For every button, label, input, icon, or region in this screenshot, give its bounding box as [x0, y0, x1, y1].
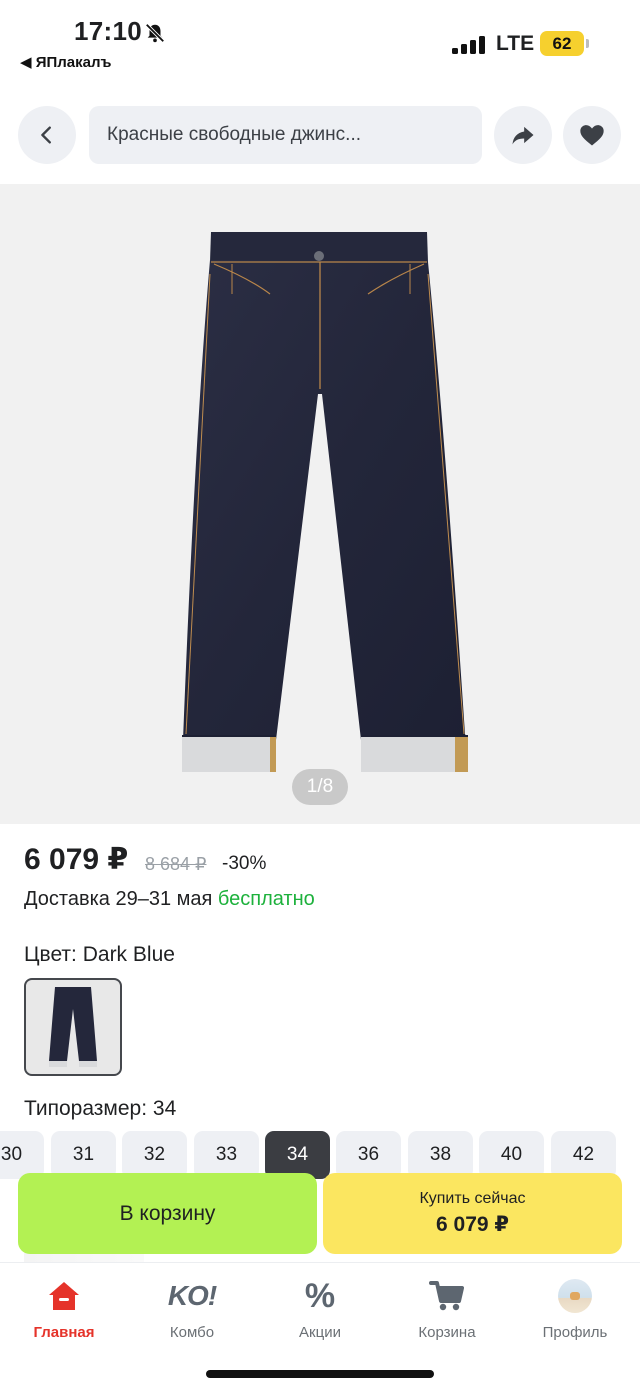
jeans-product-image — [182, 232, 468, 772]
size-chip[interactable]: 38 — [408, 1131, 473, 1179]
cart-icon — [429, 1281, 464, 1311]
current-price: 6 079 ₽ — [24, 843, 129, 876]
signal-icon — [452, 36, 486, 54]
size-chip[interactable]: 40 — [479, 1131, 544, 1179]
tab-combo[interactable]: KO! Комбо — [137, 1277, 247, 1341]
home-icon — [49, 1282, 79, 1310]
add-to-cart-button[interactable]: В корзину — [18, 1173, 317, 1254]
delivery-dates: Доставка 29–31 мая — [24, 888, 213, 910]
size-chip[interactable]: 36 — [336, 1131, 401, 1179]
product-image-gallery[interactable]: 1/8 — [0, 184, 640, 824]
size-chip[interactable]: 42 — [551, 1131, 616, 1179]
delivery-info: Доставка 29–31 мая бесплатно — [24, 888, 315, 911]
search-input[interactable]: Красные свободные джинс... — [89, 106, 482, 164]
size-chip[interactable]: 30 — [0, 1131, 44, 1179]
size-chip-selected[interactable]: 34 — [265, 1131, 330, 1179]
share-button[interactable] — [494, 106, 552, 164]
size-label: Типоразмер: 34 — [24, 1097, 177, 1120]
size-chip[interactable]: 31 — [51, 1131, 116, 1179]
battery-indicator: 62 — [540, 31, 584, 56]
silent-bell-icon — [145, 23, 165, 43]
color-label: Цвет: Dark Blue — [24, 943, 175, 966]
status-bar: 17:10 ◀ ЯПлакалъ LTE 62 — [0, 0, 640, 80]
buy-now-price: 6 079 ₽ — [436, 1213, 509, 1236]
tab-home[interactable]: Главная — [9, 1277, 119, 1341]
old-price: 8 684 ₽ — [145, 854, 207, 874]
color-swatch-dark-blue[interactable] — [24, 978, 122, 1076]
tab-cart-label: Корзина — [418, 1324, 476, 1341]
tab-promotions-label: Акции — [299, 1324, 341, 1341]
image-pager: 1/8 — [292, 769, 348, 805]
status-time: 17:10 — [74, 16, 142, 46]
share-arrow-icon — [512, 126, 534, 145]
battery-cap — [586, 39, 589, 48]
delivery-free: бесплатно — [217, 888, 315, 910]
avatar-icon — [558, 1279, 592, 1313]
size-chip[interactable]: 32 — [122, 1131, 187, 1179]
tab-combo-label: Комбо — [169, 1324, 215, 1341]
percent-icon: % — [304, 1276, 336, 1315]
back-to-app-link[interactable]: ◀ ЯПлакалъ — [20, 53, 111, 71]
buy-now-button[interactable]: Купить сейчас 6 079 ₽ — [323, 1173, 622, 1254]
tab-profile[interactable]: Профиль — [520, 1277, 630, 1341]
favorite-button[interactable] — [563, 106, 621, 164]
network-type: LTE — [496, 32, 535, 55]
tab-profile-label: Профиль — [542, 1324, 608, 1341]
home-indicator — [206, 1370, 434, 1378]
discount-badge: -30% — [222, 853, 267, 874]
buy-now-label: Купить сейчас — [419, 1190, 526, 1207]
tab-home-label: Главная — [33, 1324, 95, 1341]
heart-icon — [580, 125, 604, 146]
jeans-thumbnail — [49, 987, 97, 1067]
tab-promotions[interactable]: % Акции — [265, 1276, 375, 1342]
size-chip[interactable]: 33 — [194, 1131, 259, 1179]
chevron-left-icon — [41, 126, 51, 144]
tab-cart[interactable]: Корзина — [392, 1277, 502, 1341]
ko-combo-icon: KO! — [167, 1280, 217, 1311]
back-button[interactable] — [18, 106, 76, 164]
